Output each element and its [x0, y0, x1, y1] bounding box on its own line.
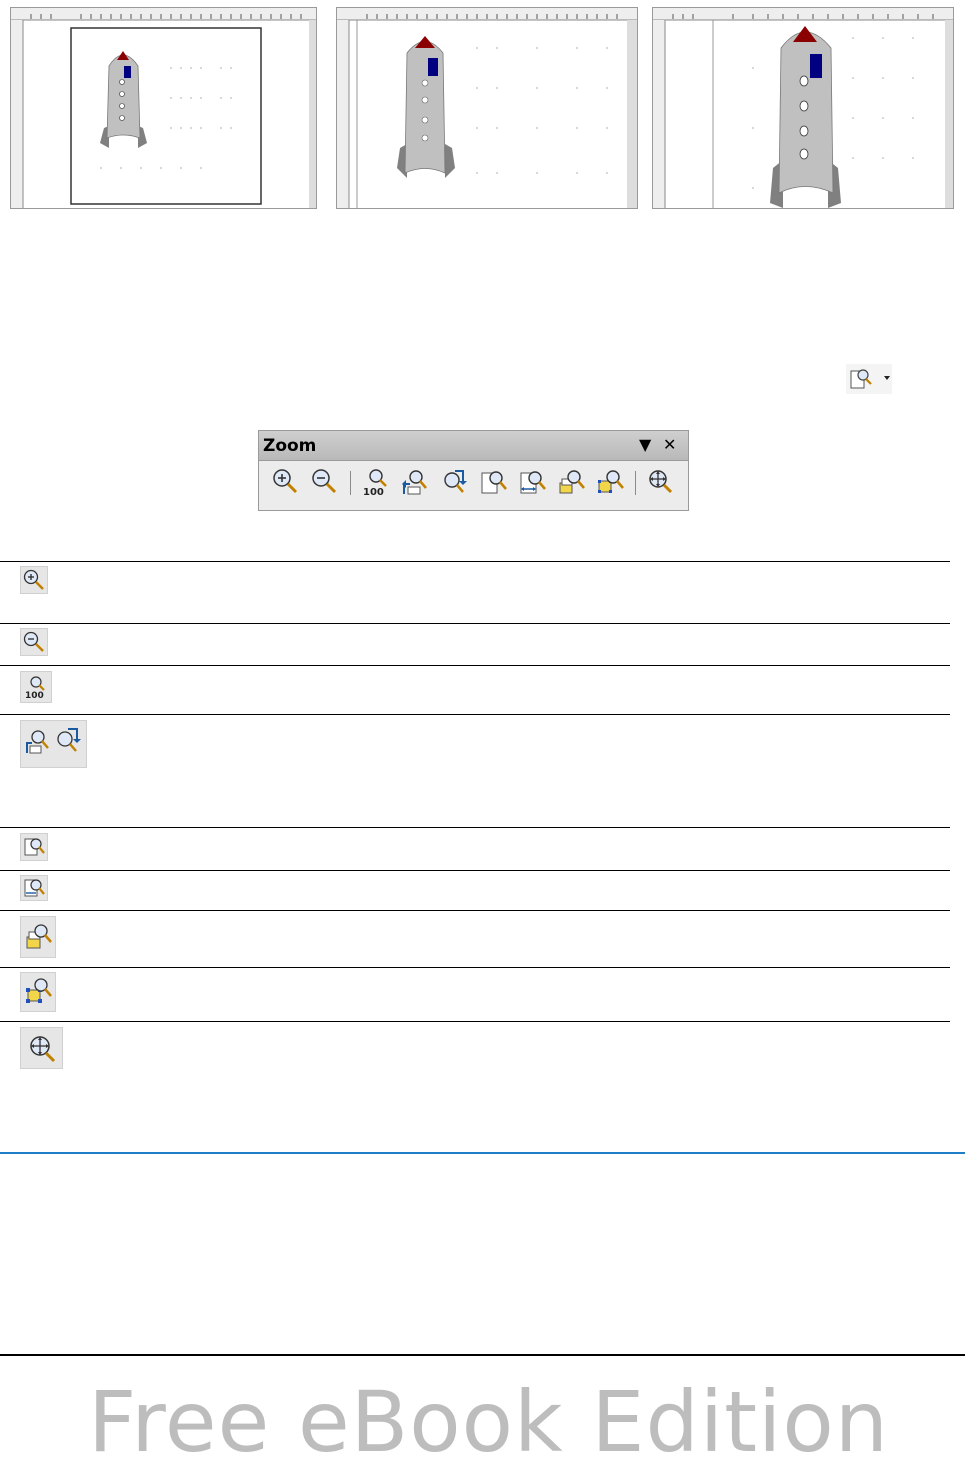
table-rule [0, 561, 950, 562]
entire-page-icon [20, 833, 48, 861]
object-zoom-icon [20, 972, 56, 1012]
entire-page-icon[interactable] [478, 467, 508, 497]
zoom-out-icon[interactable] [309, 467, 339, 497]
rocket-graphic [770, 26, 841, 208]
zoom-next-icon[interactable] [439, 467, 469, 497]
page-rule [0, 1152, 965, 1154]
screenshot-zoom-medium [336, 7, 638, 209]
screenshot-zoom-small [10, 7, 317, 209]
optimal-icon[interactable] [556, 467, 586, 497]
table-rule [0, 827, 950, 828]
shift-icon [20, 1027, 63, 1069]
table-rule [0, 910, 950, 911]
svg-text:100: 100 [25, 691, 44, 701]
table-rule [0, 714, 950, 715]
toolbar-menu-arrow-icon[interactable]: ▼ [639, 435, 651, 455]
toolbar-separator [635, 471, 636, 495]
zoom-in-icon [20, 566, 48, 594]
toolbar-close-icon[interactable]: ✕ [663, 435, 676, 455]
table-rule [0, 967, 950, 968]
zoom-dropdown-button[interactable] [846, 364, 896, 394]
page-width-icon [20, 875, 48, 901]
table-rule [0, 1021, 950, 1022]
toolbar-separator [350, 471, 351, 495]
zoom-toolbar: Zoom ▼ ✕ 100 [258, 430, 689, 511]
zoom-100-icon: 100 [20, 671, 52, 703]
table-rule [0, 870, 950, 871]
zoom-out-icon [20, 628, 48, 656]
table-rule [0, 665, 950, 666]
zoom-next-icon [57, 728, 81, 752]
optimal-icon [20, 916, 56, 958]
object-zoom-icon[interactable] [595, 467, 625, 497]
footer-rule [0, 1354, 965, 1356]
screenshot-zoom-large [652, 7, 954, 209]
zoom-previous-icon[interactable] [400, 467, 430, 497]
zoom-previous-icon [26, 730, 49, 754]
zoom-in-icon[interactable] [270, 467, 300, 497]
table-rule [0, 623, 950, 624]
rocket-graphic [397, 36, 455, 178]
svg-text:100: 100 [363, 487, 384, 497]
toolbar-title: Zoom [263, 436, 317, 456]
shift-icon[interactable] [645, 467, 675, 497]
free-ebook-watermark: Free eBook Edition [88, 1373, 890, 1471]
page-width-icon[interactable] [517, 467, 547, 497]
toolbar-titlebar[interactable]: Zoom ▼ ✕ [259, 431, 688, 461]
zoom-previous-next-icons [20, 720, 87, 768]
zoom-100-icon[interactable]: 100 [361, 467, 391, 498]
